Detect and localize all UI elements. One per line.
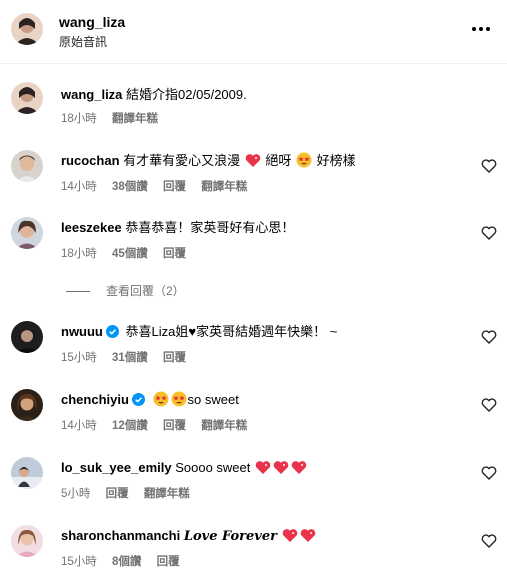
comment-likes[interactable]: 45個讚 (112, 248, 148, 260)
view-replies-label: 查看回覆（2） (106, 284, 185, 298)
comment-body: 恭喜恭喜！家英哥好有心思！ (125, 220, 295, 235)
caption-text: wang_liza 結婚介指02/05/2009. (61, 86, 247, 103)
black-heart-icon: ♥ (188, 324, 197, 339)
reply-button[interactable]: 回覆 (157, 556, 180, 568)
comment-body: 家英哥結婚週年快樂！ ~ (196, 324, 338, 339)
comment-username[interactable]: sharonchanmanchi (61, 528, 180, 543)
reply-button[interactable]: 回覆 (106, 488, 129, 500)
reply-button[interactable]: 回覆 (163, 352, 186, 364)
caption-translate-link[interactable]: 翻譯年糕 (112, 113, 158, 125)
reply-button[interactable]: 回覆 (163, 420, 186, 432)
heart-emoji-icon (291, 461, 307, 474)
like-heart-icon[interactable] (481, 465, 497, 481)
comment-text: nwuuu 恭喜Liza姐♥家英哥結婚週年快樂！ ~ (61, 323, 337, 340)
comment-likes[interactable]: 31個讚 (112, 352, 148, 364)
heart-emoji-icon (300, 529, 315, 542)
comment-text: rucochan 有才華有愛心又浪漫 絕呀 好榜樣 (61, 152, 356, 169)
comment-meta: 14小時 12個讚 回覆 翻譯年糕 (61, 417, 259, 433)
caption-time[interactable]: 18小時 (61, 113, 97, 125)
commenter-avatar[interactable] (11, 389, 43, 421)
comment-text: sharonchanmanchi Love Forever (61, 527, 317, 545)
caption-avatar[interactable] (11, 82, 43, 114)
comment-body: 恭喜Liza姐 (125, 324, 189, 339)
comment-meta: 5小時 回覆 翻譯年糕 (61, 485, 202, 501)
heart-emoji-icon (273, 461, 289, 474)
comment-meta: 14小時 38個讚 回覆 翻譯年糕 (61, 178, 259, 194)
heart-emoji-icon (255, 461, 271, 474)
comment-body: 有才華有愛心又浪漫 (123, 153, 241, 168)
comment-likes[interactable]: 12個讚 (112, 420, 148, 432)
caption-body: 結婚介指02/05/2009. (126, 87, 247, 102)
commenter-avatar[interactable] (11, 457, 43, 489)
commenter-avatar[interactable] (11, 217, 43, 249)
commenter-avatar[interactable] (11, 150, 43, 182)
reply-button[interactable]: 回覆 (163, 181, 186, 193)
caption-username[interactable]: wang_liza (61, 87, 122, 102)
header-avatar[interactable] (11, 13, 43, 45)
header-audio-label[interactable]: 原始音訊 (59, 33, 107, 50)
translate-link[interactable]: 翻譯年糕 (144, 488, 190, 500)
like-heart-icon[interactable] (481, 329, 497, 345)
comment-time[interactable]: 15小時 (61, 352, 97, 364)
post-header: wang_liza 原始音訊 (0, 0, 507, 64)
comment-body: Soooo sweet (175, 460, 251, 475)
caption-meta: 18小時 翻譯年糕 (61, 110, 170, 126)
comment-username[interactable]: lo_suk_yee_emily (61, 460, 172, 475)
comment-time[interactable]: 5小時 (61, 488, 90, 500)
heart-emoji-icon (282, 529, 297, 542)
commenter-avatar[interactable] (11, 321, 43, 353)
comment-text: leeszekee 恭喜恭喜！家英哥好有心思！ (61, 219, 294, 236)
commenter-avatar[interactable] (11, 525, 43, 557)
comment-text: chenchiyiu so sweet (61, 391, 239, 408)
translate-link[interactable]: 翻譯年糕 (201, 181, 247, 193)
replies-divider-line (66, 291, 90, 293)
header-username[interactable]: wang_liza (59, 14, 125, 30)
comment-username[interactable]: leeszekee (61, 220, 122, 235)
comment-username[interactable]: chenchiyiu (61, 392, 129, 407)
star-struck-icon (153, 391, 169, 407)
comment-time[interactable]: 14小時 (61, 181, 97, 193)
like-heart-icon[interactable] (481, 397, 497, 413)
comment-meta: 18小時 45個讚 回覆 (61, 245, 198, 261)
translate-link[interactable]: 翻譯年糕 (201, 420, 247, 432)
view-replies-button[interactable]: 查看回覆（2） (66, 282, 185, 299)
like-heart-icon[interactable] (481, 158, 497, 174)
star-struck-icon (171, 391, 187, 407)
comment-body: so sweet (187, 392, 239, 407)
verified-badge-icon (131, 393, 145, 406)
comment-text: lo_suk_yee_emily Soooo sweet (61, 459, 308, 476)
comment-body: Love Forever (183, 529, 277, 544)
comment-time[interactable]: 14小時 (61, 420, 97, 432)
comment-username[interactable]: nwuuu (61, 324, 103, 339)
comment-likes[interactable]: 38個讚 (112, 181, 148, 193)
comment-meta: 15小時 31個讚 回覆 (61, 349, 198, 365)
like-heart-icon[interactable] (481, 533, 497, 549)
sparkling-heart-icon (245, 154, 261, 167)
reply-button[interactable]: 回覆 (163, 248, 186, 260)
comment-body: 好榜樣 (316, 153, 356, 168)
comment-body: 絕呀 (265, 153, 292, 168)
star-struck-icon (296, 152, 312, 168)
more-options-icon[interactable] (468, 16, 494, 42)
like-heart-icon[interactable] (481, 225, 497, 241)
verified-badge-icon (105, 325, 119, 338)
comment-time[interactable]: 18小時 (61, 248, 97, 260)
comment-likes[interactable]: 8個讚 (112, 556, 141, 568)
comment-time[interactable]: 15小時 (61, 556, 97, 568)
comment-username[interactable]: rucochan (61, 153, 120, 168)
comment-meta: 15小時 8個讚 回覆 (61, 553, 192, 569)
